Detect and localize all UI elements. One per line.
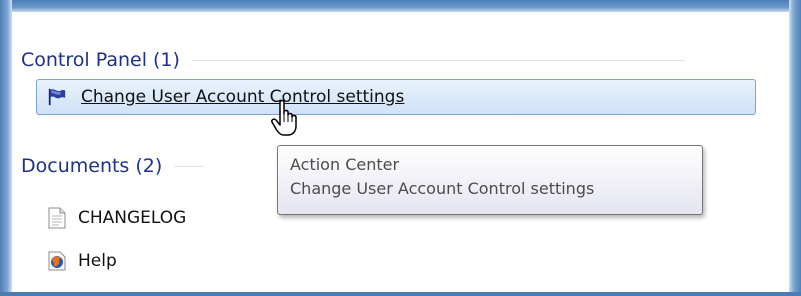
tooltip-description: Change User Account Control settings [290,179,595,198]
result-changelog[interactable]: CHANGELOG [48,207,187,229]
hand-cursor-icon [271,99,297,136]
result-change-uac-settings[interactable]: Change User Account Control settings [36,79,756,115]
result-help[interactable]: Help [48,251,117,271]
tooltip: Action Center Change User Account Contro… [277,145,703,215]
window-frame-right [789,0,801,296]
group-divider [191,59,685,61]
tooltip-title: Action Center [290,155,400,174]
window-frame-top [0,0,801,12]
window-frame-bottom [0,292,801,296]
group-header-control-panel[interactable]: Control Panel (1) [21,49,685,71]
group-divider [174,165,205,167]
result-label: Change User Account Control settings [81,87,405,107]
window-frame-left [0,0,12,296]
document-label: Help [78,251,117,271]
firefox-icon [48,251,66,271]
group-title-documents: Documents (2) [21,155,163,177]
document-label: CHANGELOG [78,208,187,228]
group-header-documents[interactable]: Documents (2) [21,155,205,177]
group-title-control-panel: Control Panel (1) [21,49,180,71]
text-document-icon [48,207,66,229]
flag-icon [47,87,67,107]
